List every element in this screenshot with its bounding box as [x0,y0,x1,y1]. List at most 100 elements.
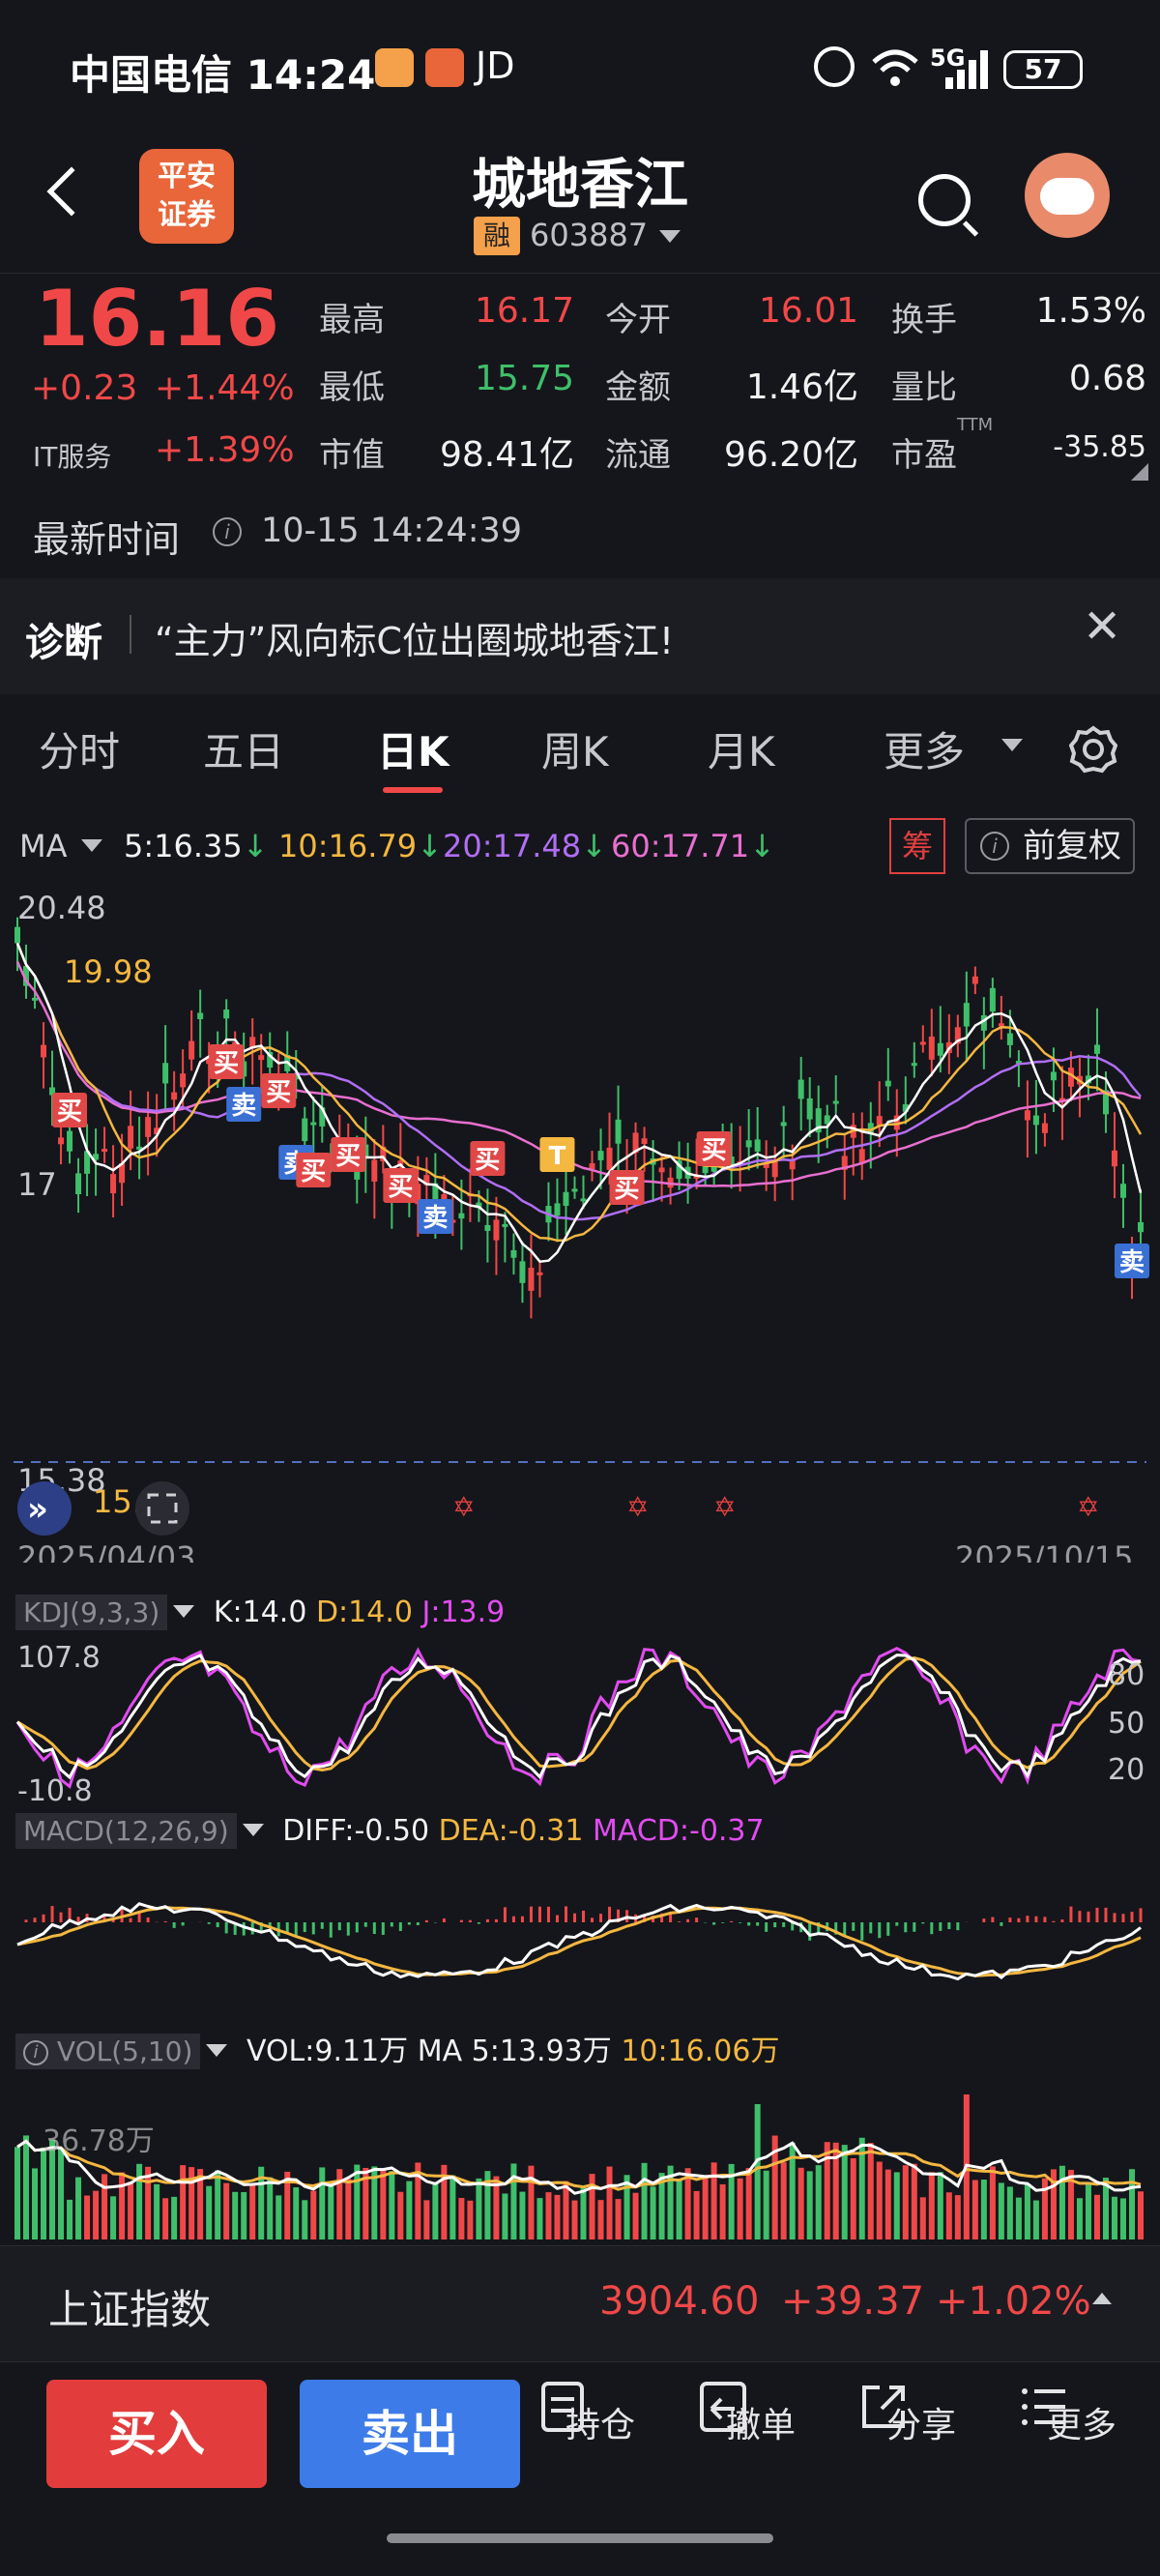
candle [484,1224,491,1232]
event-star-icon[interactable]: ✡ [626,1491,649,1523]
volume-bar [93,2190,100,2239]
trade-marker[interactable]: 买 [470,1141,506,1176]
settings-gear-icon[interactable] [1069,725,1117,774]
volume-bar [58,2148,65,2239]
candle [528,1268,535,1291]
ma-legend-row: MA 5:16.35↓ 10:16.79↓ 20:17.48↓ 60:17.71… [0,818,1160,876]
index-value: 3904.60 [599,2279,760,2324]
trade-marker[interactable]: 卖 [226,1087,262,1122]
avatar[interactable] [1025,153,1110,238]
event-star-icon[interactable]: ✡ [1077,1491,1099,1523]
home-indicator[interactable] [387,2533,773,2543]
adjust-mode-button[interactable]: i 前复权 [965,818,1135,874]
trade-marker[interactable]: 买 [52,1093,88,1127]
trade-marker[interactable]: 买 [296,1153,332,1187]
vol-label[interactable]: i VOL(5,10) [15,2034,201,2069]
open-value: 16.01 [758,291,858,331]
candle [145,1117,152,1137]
tab-rik[interactable]: 日K [377,719,450,778]
tab-yuek[interactable]: 月K [708,719,775,778]
holdings-button[interactable]: 持仓 [537,2382,663,2447]
trade-marker[interactable]: 买 [696,1131,732,1166]
share-button[interactable]: 分享 [858,2382,984,2447]
tab-more[interactable]: 更多 [884,719,965,778]
kline-chart[interactable]: 20.48 19.98 17 15.38 15.38 买买卖买卖买买买卖买T买买… [0,886,1160,1563]
event-star-icon[interactable]: ✡ [713,1491,736,1523]
trade-marker[interactable]: 买 [331,1137,366,1172]
current-price: 16.16 [35,274,280,364]
ma-label[interactable]: MA [19,828,68,864]
volume-bar [41,2147,47,2239]
diagnosis-banner[interactable]: 诊断 “主力”风向标C位出圈城地香江! ✕ [0,578,1160,694]
search-icon[interactable] [918,174,971,226]
undo-icon [700,2382,746,2432]
period-tabs: 分时 五日 日K 周K 月K 更多 [0,702,1160,795]
macd-dropdown-icon[interactable] [242,1824,264,1836]
tab-fenshi[interactable]: 分时 [39,719,120,778]
candle [162,1063,169,1084]
candle [597,1151,604,1160]
volume-bar [84,2195,91,2239]
info-icon[interactable]: i [213,517,242,546]
kdj-level-20: 20 [1108,1753,1145,1787]
volume-bar [1006,2186,1013,2239]
kdj-label[interactable]: KDJ(9,3,3) [15,1595,168,1630]
chip-distribution-button[interactable]: 筹 [889,818,945,874]
volume-bar [919,2197,926,2239]
sector-name[interactable]: IT服务 [33,436,111,475]
vol-legend: i VOL(5,10) VOL:9.11万 MA 5:13.93万 10:16.… [15,2027,779,2069]
trade-marker[interactable]: 卖 [418,1199,453,1234]
ma-start-label: 19.98 [64,953,153,990]
more-dropdown-icon[interactable] [1001,739,1023,751]
volume-bar [815,2165,822,2239]
candle [1119,1184,1126,1198]
trade-marker[interactable]: T [539,1137,575,1172]
close-icon[interactable]: ✕ [1083,600,1121,654]
cancel-order-button[interactable]: 撤单 [698,2382,824,2447]
candle [1093,1044,1100,1054]
volume-bar [850,2157,856,2239]
stock-code[interactable]: 603887 [530,217,648,253]
volume-ratio-label: 量比 [891,368,957,407]
candle [998,1023,1004,1027]
candle [14,926,20,944]
volume-chart[interactable]: 36.78万 [0,2069,1160,2241]
trade-marker[interactable]: 买 [383,1168,419,1203]
candle [510,1249,517,1258]
tab-wuri[interactable]: 五日 [203,719,284,778]
volume-ratio-value: 0.68 [1068,359,1146,398]
more-fields-corner-icon[interactable] [1131,463,1148,481]
ma-dropdown-icon[interactable] [81,839,102,852]
trade-marker[interactable]: 买 [609,1170,645,1205]
fullscreen-button[interactable] [135,1481,189,1536]
event-star-icon[interactable]: ✡ [452,1491,475,1523]
volume-bar [232,2191,239,2239]
vol-dropdown-icon[interactable] [206,2044,228,2057]
kdj-dropdown-icon[interactable] [173,1605,195,1618]
candle [1032,1115,1039,1126]
candle [1050,1071,1057,1081]
expand-up-icon[interactable] [1092,2293,1112,2304]
macd-chart[interactable] [0,1855,1160,2019]
trade-marker-label: 卖 [1119,1248,1145,1277]
turnover-label: 换手 [891,301,957,339]
volume-bar [806,2171,813,2239]
candle [911,1063,917,1067]
trade-marker[interactable]: 卖 [1114,1244,1149,1278]
latest-time-value: 10-15 14:24:39 [261,512,523,550]
trade-marker-label: 卖 [231,1092,256,1121]
tab-zhouk[interactable]: 周K [541,719,609,778]
trade-marker[interactable]: 买 [261,1073,297,1108]
diagnosis-text[interactable]: “主力”风向标C位出圈城地香江! [155,611,674,664]
trade-marker[interactable]: 买 [209,1044,245,1079]
code-dropdown-icon[interactable] [659,230,681,243]
buy-button[interactable]: 买入 [46,2380,267,2488]
more-button[interactable]: 更多 [1019,2382,1145,2447]
index-change-pct: +1.02% [936,2279,1091,2324]
index-ticker-bar[interactable]: 上证指数 3904.60 +39.37 +1.02% [0,2245,1160,2361]
share-icon [862,2386,905,2428]
candle [884,1080,891,1087]
kdj-chart[interactable]: 107.8 -10.8 80 50 20 [0,1638,1160,1806]
sell-button[interactable]: 卖出 [300,2380,520,2488]
macd-label[interactable]: MACD(12,26,9) [15,1813,237,1849]
